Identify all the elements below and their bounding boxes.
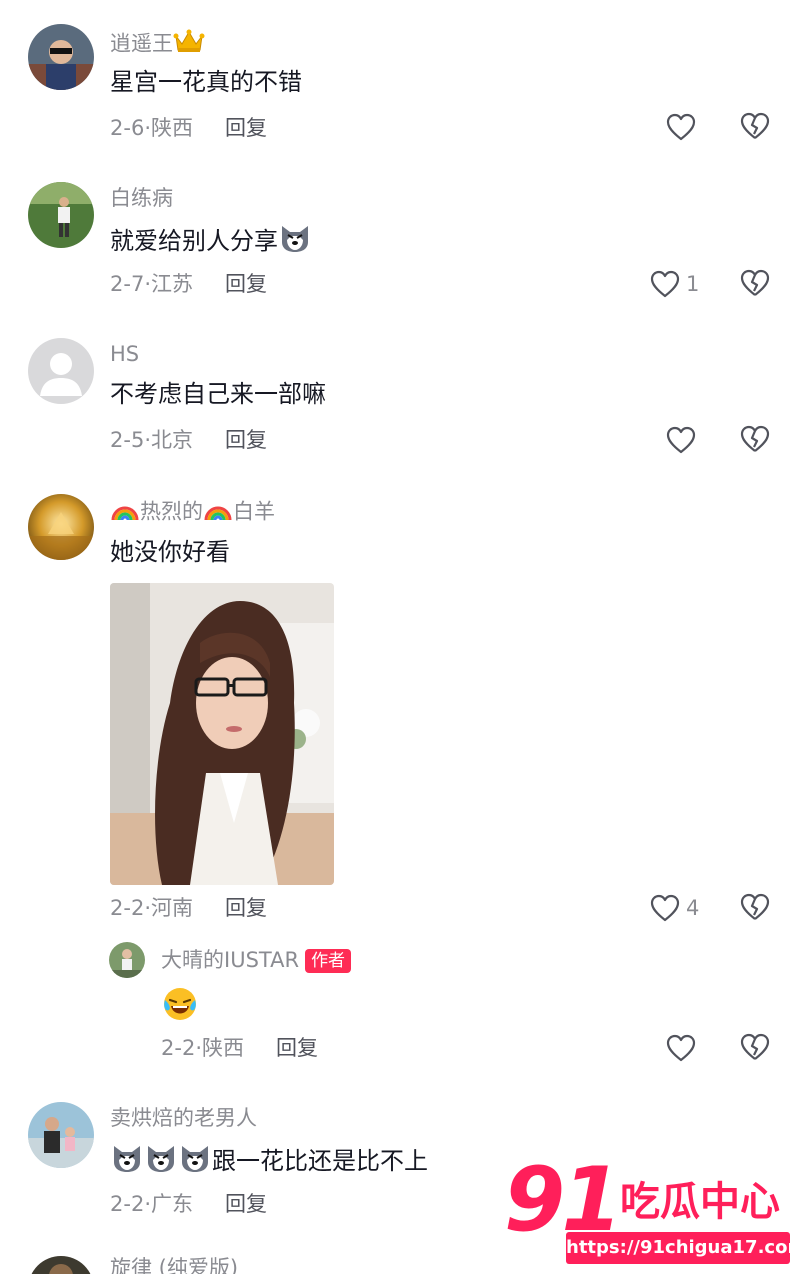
comment-text <box>161 986 199 1030</box>
comment-date: 2-5 <box>110 428 145 452</box>
broken-heart-icon <box>740 112 770 139</box>
comment-location: 北京 <box>151 428 193 452</box>
comment-meta: 2-6·陕西 回复 <box>110 114 267 142</box>
broken-heart-icon <box>740 1033 770 1060</box>
broken-heart-icon <box>740 425 770 452</box>
username-text: 热烈的 <box>140 499 203 524</box>
username[interactable]: 大晴的IUSTAR 作者 <box>161 946 352 974</box>
meta-separator: · <box>144 116 151 140</box>
username[interactable]: 热烈的 白羊 <box>110 496 275 529</box>
rainbow-icon <box>203 496 233 529</box>
comment-text: 就爱给别人分享 <box>110 222 312 262</box>
reply-item: 大晴的IUSTAR 作者 2-2·陕西 回复 <box>0 938 800 1078</box>
comment-meta: 2-2·广东 回复 <box>110 1190 267 1218</box>
husky-emoji-icon <box>144 1142 178 1182</box>
comment-meta: 2-2·河南 回复 <box>110 894 267 922</box>
comment-location: 河南 <box>151 896 193 920</box>
like-button[interactable]: 4 <box>650 893 699 923</box>
comment-location: 广东 <box>151 1192 193 1216</box>
comment-list: 逍遥王 星宫一花真的不错 2-6·陕西 回复 白练病 就爱给别人分享 2-7·江… <box>0 0 800 1274</box>
comment-text-content: 跟一花比还是比不上 <box>212 1147 428 1175</box>
username[interactable]: 白练病 <box>110 184 173 212</box>
comment-item: 白练病 就爱给别人分享 2-7·江苏 回复 1 <box>0 160 800 316</box>
watermark-url: https://91chigua17.com <box>566 1232 800 1264</box>
meta-separator: · <box>144 272 151 296</box>
heart-icon <box>650 894 680 922</box>
reply-button[interactable]: 回复 <box>225 272 267 296</box>
comment-location: 陕西 <box>151 116 193 140</box>
like-button[interactable] <box>666 112 696 142</box>
avatar[interactable] <box>28 1256 94 1274</box>
avatar[interactable] <box>109 942 145 978</box>
comment-text-content: 就爱给别人分享 <box>110 227 278 255</box>
reply-button[interactable]: 回复 <box>225 116 267 140</box>
comment-location: 江苏 <box>151 272 193 296</box>
reply-button[interactable]: 回复 <box>276 1036 318 1060</box>
comment-image[interactable] <box>110 583 334 885</box>
watermark-brand: 吃瓜中心 <box>620 1179 780 1225</box>
like-button[interactable] <box>666 1033 696 1063</box>
crying-laughing-emoji-icon <box>161 986 199 1030</box>
dislike-button[interactable] <box>740 112 770 142</box>
reply-button[interactable]: 回复 <box>225 1192 267 1216</box>
comment-date: 2-6 <box>110 116 145 140</box>
comment-text: 不考虑自己来一部嘛 <box>110 380 326 408</box>
dislike-button[interactable] <box>740 893 770 923</box>
comment-item: 逍遥王 星宫一花真的不错 2-6·陕西 回复 <box>0 0 800 160</box>
dislike-button[interactable] <box>740 1033 770 1063</box>
comment-item: HS 不考虑自己来一部嘛 2-5·北京 回复 <box>0 316 800 472</box>
username[interactable]: 旋律 (纯爱版) <box>110 1254 238 1274</box>
rainbow-icon <box>110 496 140 529</box>
comment-text: 跟一花比还是比不上 <box>110 1142 428 1182</box>
username[interactable]: 卖烘焙的老男人 <box>110 1104 257 1132</box>
username-suffix: 白羊 <box>233 499 275 524</box>
meta-separator: · <box>195 1036 202 1060</box>
watermark: 91 吃瓜中心 https://91chigua17.com <box>502 1150 800 1268</box>
comment-meta: 2-7·江苏 回复 <box>110 270 267 298</box>
like-button[interactable]: 1 <box>650 269 699 299</box>
comment-text: 她没你好看 <box>110 538 230 566</box>
comment-item: 热烈的 白羊 她没你好看 2-2·河南 回复 4 大晴的IUSTAR 作者 2-… <box>0 472 800 1084</box>
username-text: 逍遥王 <box>110 31 173 56</box>
reply-button[interactable]: 回复 <box>225 428 267 452</box>
comment-date: 2-2 <box>110 896 145 920</box>
like-count: 4 <box>686 896 700 920</box>
like-button[interactable] <box>666 425 696 455</box>
husky-emoji-icon <box>110 1142 144 1182</box>
avatar[interactable] <box>28 182 94 248</box>
author-badge: 作者 <box>305 949 352 973</box>
like-count: 1 <box>686 272 700 296</box>
comment-date: 2-7 <box>110 272 145 296</box>
username[interactable]: 逍遥王 <box>110 28 205 61</box>
comment-date: 2-2 <box>161 1036 196 1060</box>
heart-icon <box>666 1034 696 1062</box>
husky-emoji-icon <box>178 1142 212 1182</box>
username[interactable]: HS <box>110 340 139 368</box>
crown-icon <box>173 28 205 61</box>
avatar[interactable] <box>28 24 94 90</box>
heart-icon <box>666 426 696 454</box>
comment-meta: 2-5·北京 回复 <box>110 426 267 454</box>
meta-separator: · <box>144 428 151 452</box>
meta-separator: · <box>144 1192 151 1216</box>
avatar[interactable] <box>28 338 94 404</box>
husky-emoji-icon <box>278 222 312 262</box>
meta-separator: · <box>144 896 151 920</box>
dislike-button[interactable] <box>740 425 770 455</box>
heart-icon <box>666 113 696 141</box>
comment-meta: 2-2·陕西 回复 <box>161 1034 318 1062</box>
heart-icon <box>650 270 680 298</box>
dislike-button[interactable] <box>740 269 770 299</box>
comment-date: 2-2 <box>110 1192 145 1216</box>
broken-heart-icon <box>740 893 770 920</box>
username-text: 大晴的IUSTAR <box>161 948 300 972</box>
avatar[interactable] <box>28 494 94 560</box>
reply-button[interactable]: 回复 <box>225 896 267 920</box>
avatar[interactable] <box>28 1102 94 1168</box>
broken-heart-icon <box>740 269 770 296</box>
comment-text: 星宫一花真的不错 <box>110 68 302 96</box>
comment-location: 陕西 <box>202 1036 244 1060</box>
